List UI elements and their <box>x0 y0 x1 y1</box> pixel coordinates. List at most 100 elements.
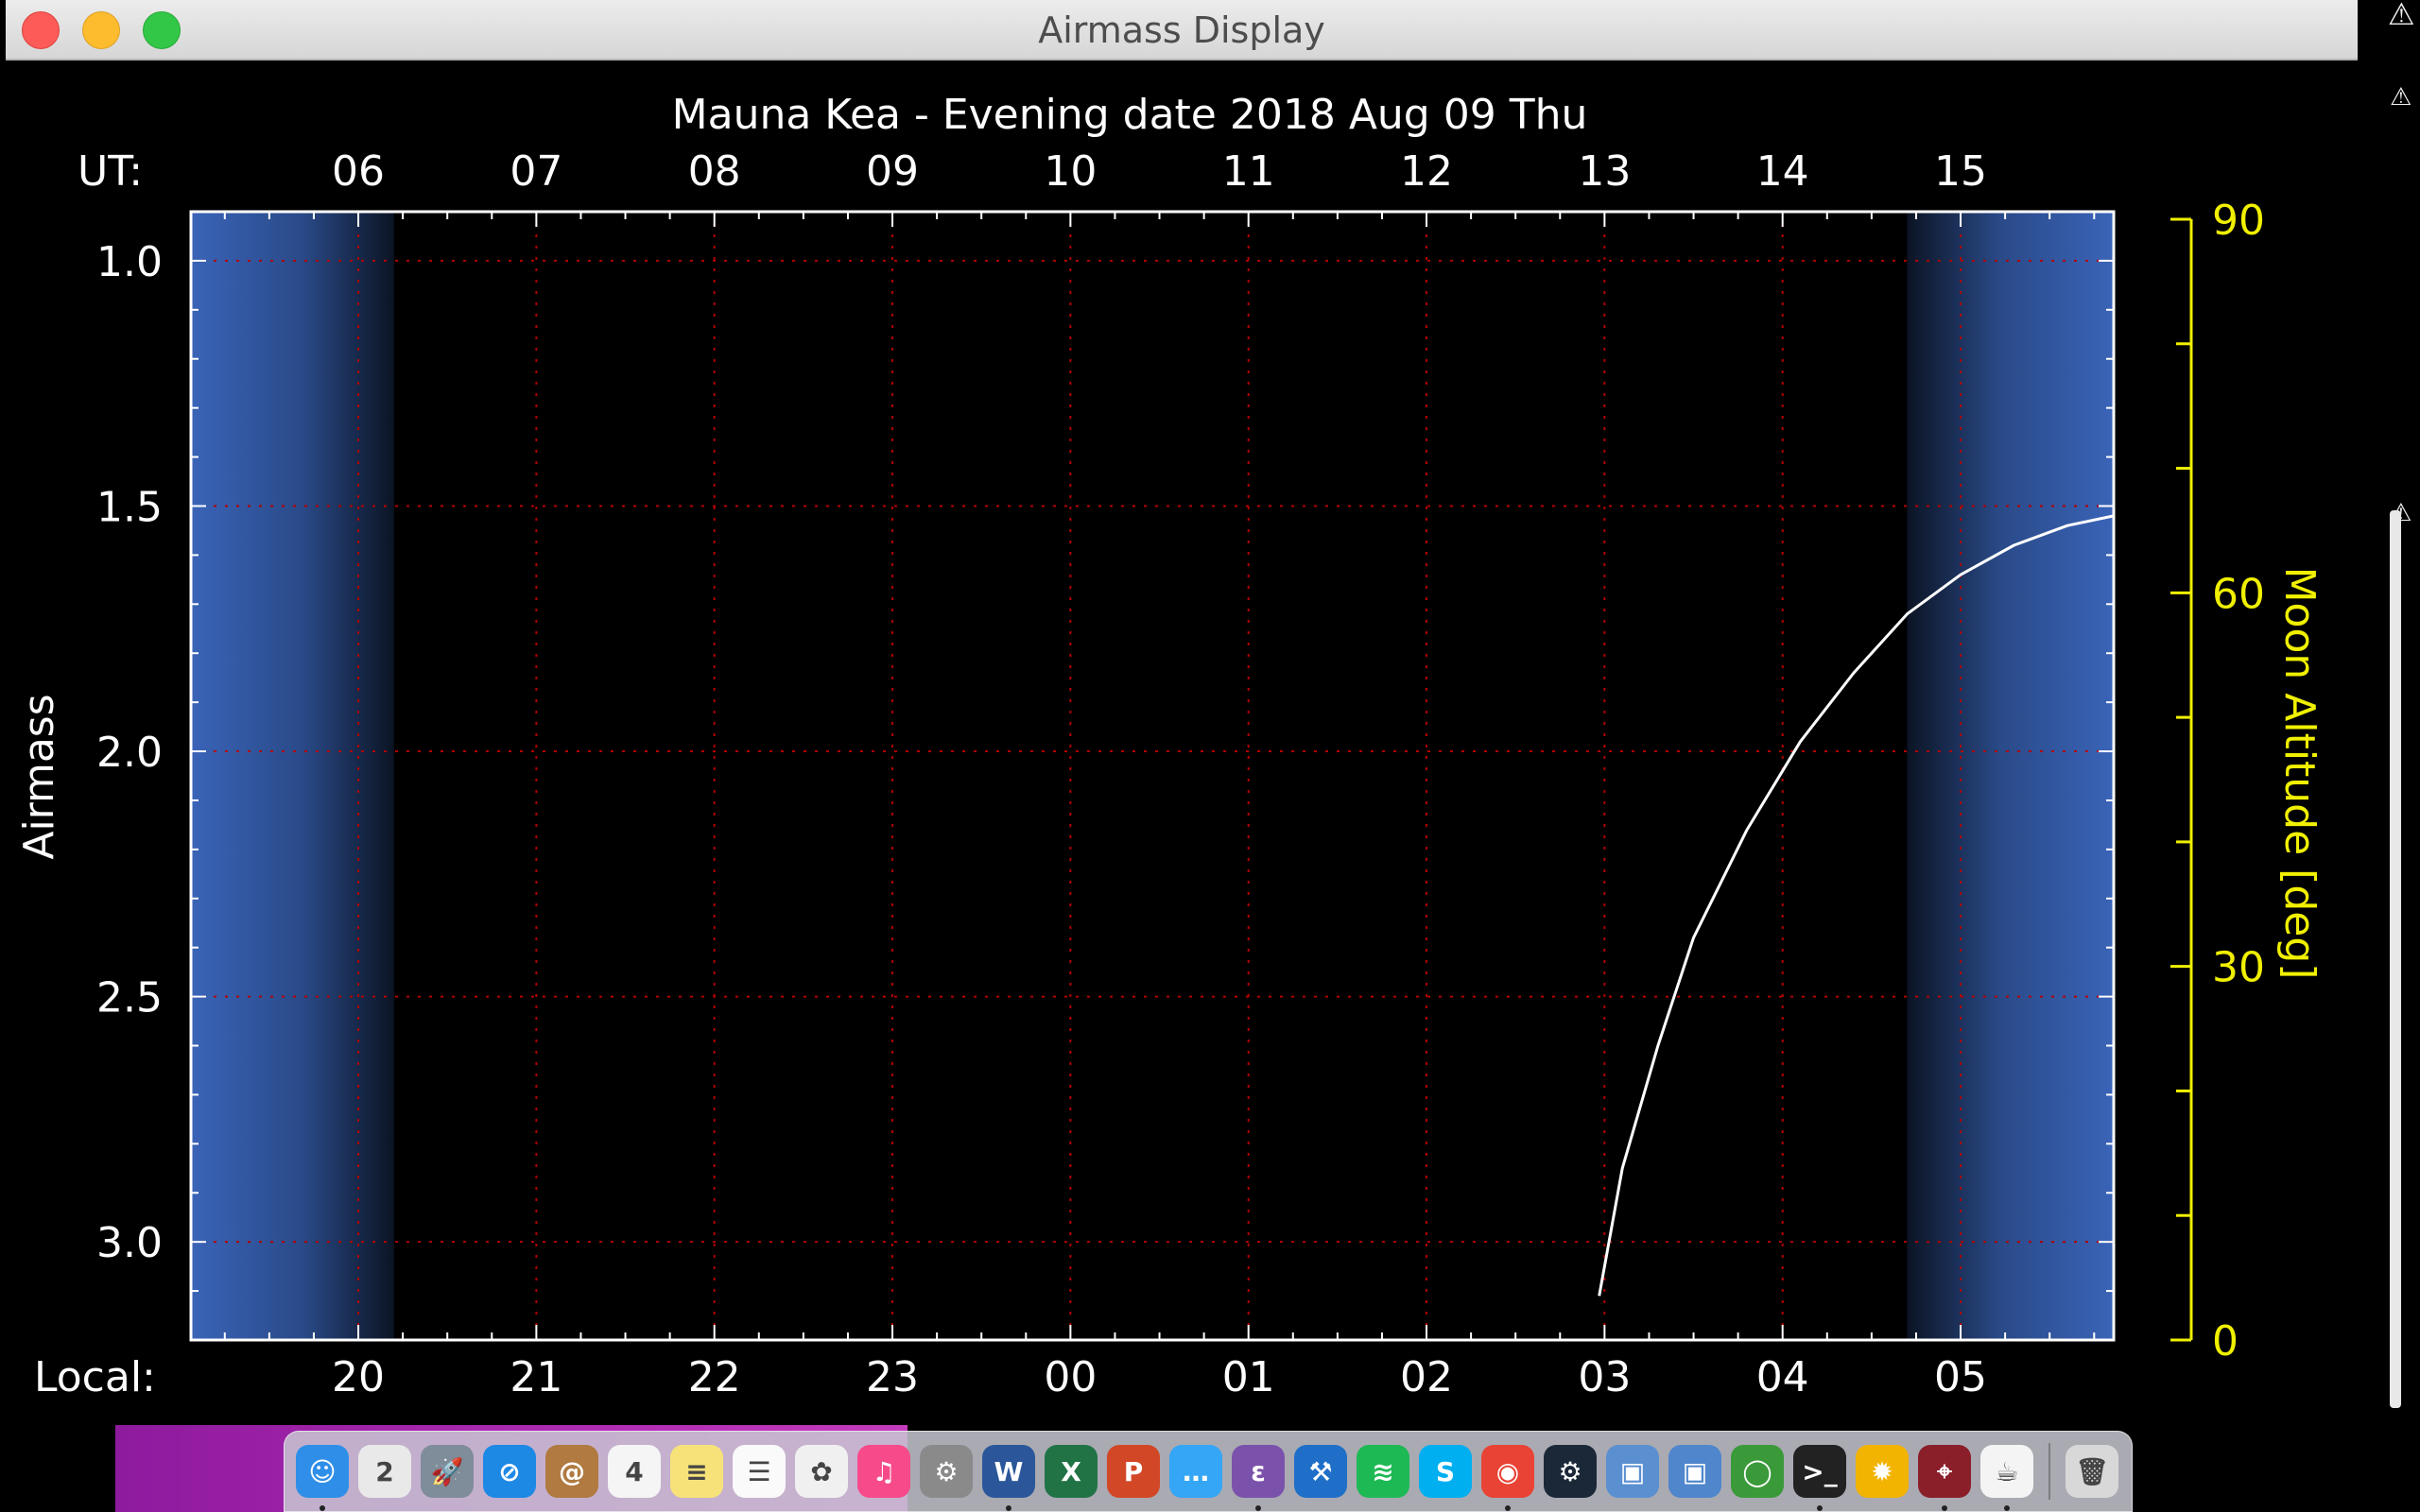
skype-icon[interactable]: S <box>1419 1445 1472 1498</box>
running-indicator <box>1817 1505 1823 1511</box>
notes-icon[interactable]: ≡ <box>670 1445 723 1498</box>
dock-glyph: 🚀 <box>430 1455 464 1487</box>
emacs-icon[interactable]: ε <box>1232 1445 1285 1498</box>
dock-glyph: 🗑 <box>2075 1455 2109 1487</box>
sync-app-icon[interactable]: ◯ <box>1731 1445 1784 1498</box>
local-tick-label: 22 <box>688 1353 741 1401</box>
moon-tick-label: 60 <box>2212 570 2265 618</box>
scrollbar[interactable] <box>2390 510 2401 1408</box>
dock-item[interactable]: ◉ <box>1481 1445 1534 1511</box>
dock-item[interactable]: P <box>1107 1445 1160 1498</box>
photos-icon[interactable]: ✿ <box>795 1445 848 1498</box>
dock-item[interactable]: ✿ <box>795 1445 848 1498</box>
trash-icon[interactable]: 🗑 <box>2066 1445 2118 1498</box>
moon-tick-label: 90 <box>2212 197 2265 245</box>
dock-item[interactable]: ε <box>1232 1445 1285 1511</box>
virtualbox-icon[interactable]: ▣ <box>1606 1445 1659 1498</box>
dock-item[interactable]: ≡ <box>670 1445 723 1498</box>
dock-item[interactable]: ♫ <box>857 1445 910 1498</box>
dock-glyph: S <box>1435 1455 1456 1487</box>
spotify-icon[interactable]: ≋ <box>1357 1445 1409 1498</box>
dock-glyph: ✹ <box>1871 1455 1893 1487</box>
dock-glyph: ⚙ <box>934 1455 959 1487</box>
local-tick-label: 03 <box>1578 1353 1631 1401</box>
dock-item[interactable]: ⊘ <box>483 1445 536 1498</box>
dock-item[interactable]: ✹ <box>1856 1445 1909 1498</box>
reminders-icon[interactable]: ☰ <box>733 1445 786 1498</box>
dock-item[interactable]: ▣ <box>1606 1445 1659 1498</box>
xcode-icon[interactable]: ⚒ <box>1294 1445 1347 1498</box>
dock-item[interactable]: X <box>1045 1445 1098 1498</box>
powerpoint-icon[interactable]: P <box>1107 1445 1160 1498</box>
dock-glyph: ε <box>1251 1455 1266 1487</box>
dock-item[interactable]: 4 <box>608 1445 661 1498</box>
dock-item[interactable]: ☺ <box>296 1445 349 1511</box>
word-icon[interactable]: W <box>982 1445 1035 1498</box>
finder-icon[interactable]: ☺ <box>296 1445 349 1498</box>
dock-glyph: ☕ <box>1995 1455 2019 1487</box>
ut-tick-label: 07 <box>510 147 562 196</box>
contacts-icon[interactable]: @ <box>545 1445 598 1498</box>
telescope-app-icon[interactable]: ⌖ <box>1918 1445 1971 1498</box>
dock-item[interactable]: ☕ <box>1980 1445 2033 1511</box>
dock-glyph: … <box>1183 1455 1209 1487</box>
dock-item[interactable]: ⌖ <box>1918 1445 1971 1511</box>
dock-item[interactable]: S <box>1419 1445 1472 1498</box>
dock-item[interactable]: ▣ <box>1668 1445 1721 1498</box>
chrome-icon[interactable]: ◉ <box>1481 1445 1534 1498</box>
dock-item[interactable]: ☰ <box>733 1445 786 1498</box>
dock-item[interactable]: W <box>982 1445 1035 1511</box>
local-tick-label: 04 <box>1756 1353 1809 1401</box>
dock-glyph: ▣ <box>1682 1455 1708 1487</box>
local-tick-label: 01 <box>1222 1353 1275 1401</box>
stellarium-icon[interactable]: ✹ <box>1856 1445 1909 1498</box>
terminal-icon[interactable]: >_ <box>1793 1445 1846 1498</box>
dock-glyph: ☺ <box>308 1455 337 1487</box>
ut-axis-label: UT: <box>78 147 143 196</box>
y-tick-label: 1.0 <box>96 238 163 286</box>
dock-item[interactable]: >_ <box>1793 1445 1846 1511</box>
dock-glyph: ♫ <box>872 1455 896 1487</box>
dock-item[interactable]: ⚙ <box>1544 1445 1597 1498</box>
local-axis-label: Local: <box>34 1353 156 1401</box>
calendar-icon[interactable]: 4 <box>608 1445 661 1498</box>
launchpad-icon[interactable]: 🚀 <box>421 1445 474 1498</box>
plot-background <box>191 212 2114 1340</box>
number2-app-icon[interactable]: 2 <box>358 1445 411 1498</box>
dock-item[interactable]: 🗑 <box>2066 1445 2118 1498</box>
dock-glyph: 4 <box>625 1455 644 1487</box>
dock-item[interactable]: ⚙ <box>920 1445 973 1498</box>
ut-tick-label: 06 <box>332 147 385 196</box>
dock-separator <box>2048 1443 2050 1500</box>
dock-item[interactable]: 2 <box>358 1445 411 1498</box>
steam-icon[interactable]: ⚙ <box>1544 1445 1597 1498</box>
dock-item[interactable]: ◯ <box>1731 1445 1784 1498</box>
safari-icon[interactable]: ⊘ <box>483 1445 536 1498</box>
dock-item[interactable]: 🚀 <box>421 1445 474 1498</box>
dock-item[interactable]: @ <box>545 1445 598 1498</box>
itunes-icon[interactable]: ♫ <box>857 1445 910 1498</box>
warning-icon: ⚠ <box>2390 83 2412 112</box>
ut-tick-label: 11 <box>1222 147 1275 196</box>
excel-icon[interactable]: X <box>1045 1445 1098 1498</box>
system-preferences-icon[interactable]: ⚙ <box>920 1445 973 1498</box>
moon-tick-label: 0 <box>2212 1317 2238 1366</box>
virtualbox-vm-icon[interactable]: ▣ <box>1668 1445 1721 1498</box>
messages-icon[interactable]: … <box>1169 1445 1222 1498</box>
airmass-chart: Mauna Kea - Evening date 2018 Aug 09 Thu… <box>15 91 2324 1401</box>
dock-glyph: P <box>1123 1455 1144 1487</box>
y-tick-label: 3.0 <box>96 1219 163 1267</box>
dock-glyph: ◯ <box>1742 1455 1772 1487</box>
background-window-edge: ⚠ ⚠ ⚠ <box>2358 0 2420 1512</box>
dock-glyph: @ <box>559 1455 585 1487</box>
dock-glyph: ◉ <box>1495 1455 1520 1487</box>
y-tick-label: 2.5 <box>96 974 163 1022</box>
dock-glyph: ▣ <box>1619 1455 1646 1487</box>
dock-glyph: ⚙ <box>1558 1455 1582 1487</box>
evening-twilight-band <box>191 212 394 1340</box>
dock-item[interactable]: … <box>1169 1445 1222 1498</box>
running-indicator <box>1006 1505 1011 1511</box>
java-icon[interactable]: ☕ <box>1980 1445 2033 1498</box>
dock-item[interactable]: ≋ <box>1357 1445 1409 1498</box>
dock-item[interactable]: ⚒ <box>1294 1445 1347 1498</box>
